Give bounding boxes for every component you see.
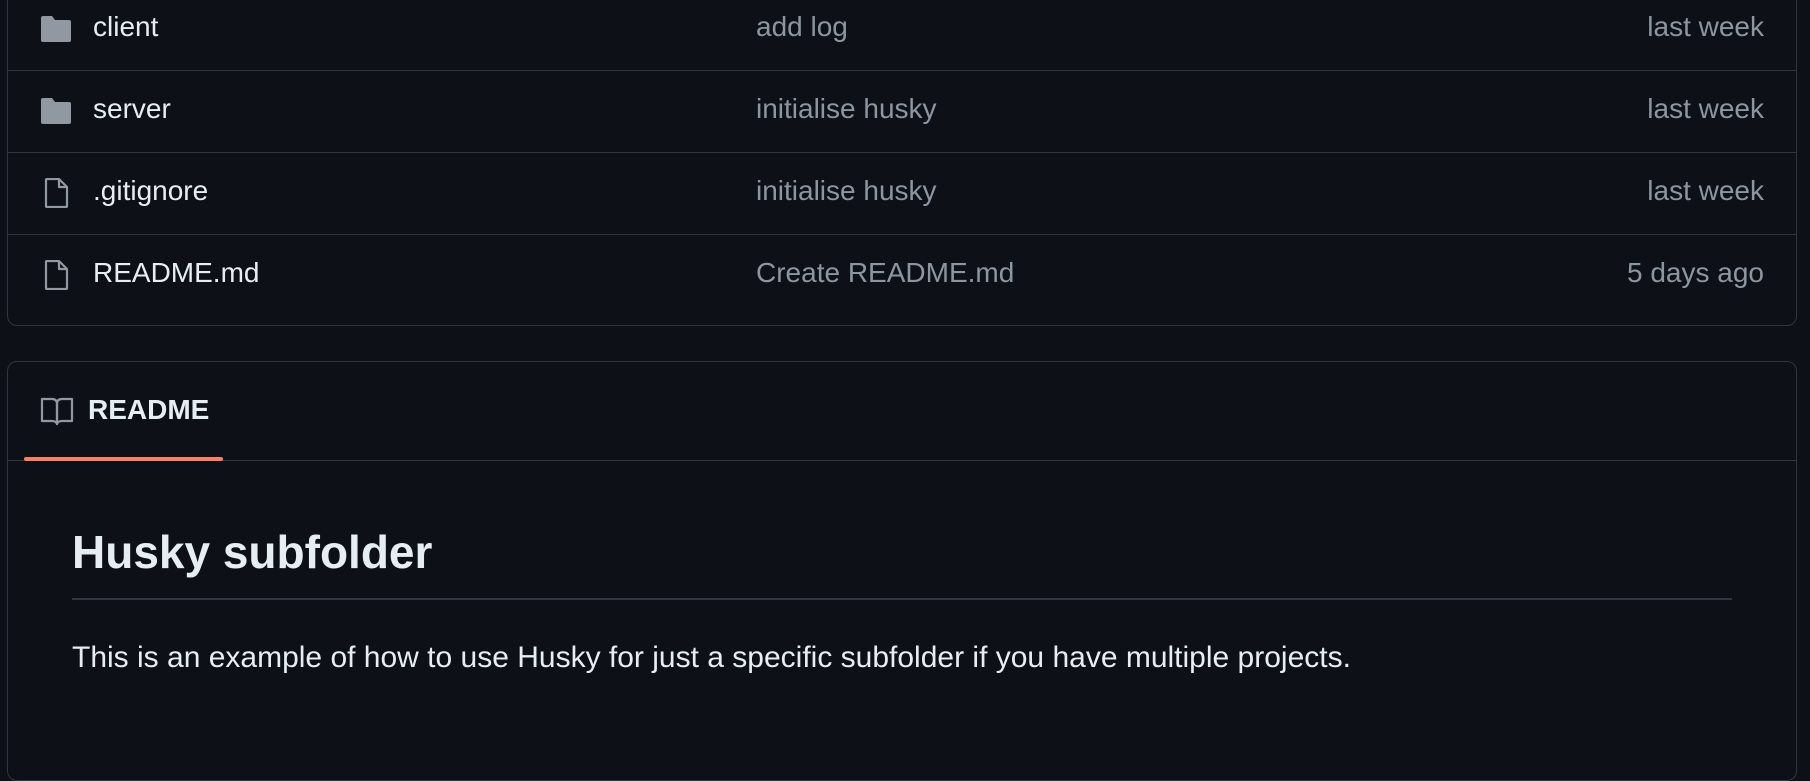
readme-tab-label: README — [88, 394, 210, 425]
commit-date: 5 days ago — [1627, 257, 1764, 288]
file-table: client add log last week server initiali… — [7, 0, 1797, 326]
active-tab-underline — [24, 457, 223, 461]
readme-paragraph: This is an example of how to use Husky f… — [72, 641, 1351, 674]
file-name-link[interactable]: server — [93, 93, 171, 125]
commit-message-link[interactable]: initialise husky — [756, 175, 937, 207]
table-row[interactable]: README.md Create README.md 5 days ago — [8, 235, 1796, 317]
readme-title: Husky subfolder — [72, 526, 433, 578]
heading-divider — [72, 598, 1732, 600]
commit-message-link[interactable]: initialise husky — [756, 93, 937, 125]
file-name-link[interactable]: .gitignore — [93, 175, 208, 207]
file-icon — [39, 177, 73, 209]
readme-panel: README Husky subfolder This is an exampl… — [7, 361, 1797, 781]
file-icon — [39, 259, 73, 291]
file-name-link[interactable]: client — [93, 11, 158, 43]
commit-message-link[interactable]: Create README.md — [756, 257, 1014, 289]
tab-readme[interactable]: README — [24, 362, 223, 461]
table-row[interactable]: .gitignore initialise husky last week — [8, 153, 1796, 235]
table-row[interactable]: server initialise husky last week — [8, 71, 1796, 153]
folder-icon — [39, 96, 73, 126]
commit-date: last week — [1647, 175, 1764, 206]
table-row[interactable]: client add log last week — [8, 0, 1796, 71]
readme-header: README — [8, 362, 1796, 461]
commit-date: last week — [1647, 11, 1764, 42]
file-name-link[interactable]: README.md — [93, 257, 259, 289]
book-icon — [40, 396, 74, 426]
commit-date: last week — [1647, 93, 1764, 124]
commit-message-link[interactable]: add log — [756, 11, 848, 43]
folder-icon — [39, 14, 73, 44]
